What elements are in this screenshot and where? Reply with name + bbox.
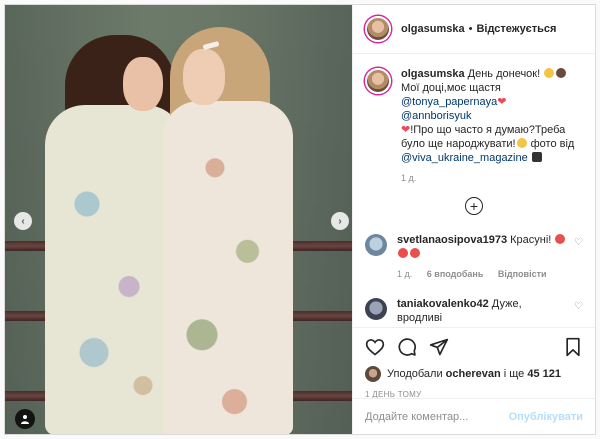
comment-body: Красуні! (510, 234, 552, 246)
heart-emoji-icon: ❤ (401, 124, 411, 136)
emoji-icon (555, 234, 566, 244)
emoji-icon (544, 68, 555, 78)
reply-button[interactable]: Відповісти (498, 269, 547, 279)
caption: olgasumska День донечок! Мої доці,моє ща… (365, 67, 583, 183)
comment-likes[interactable]: 6 вподобань (427, 269, 484, 279)
caption-meta: 1 д. (401, 173, 577, 183)
post-photo[interactable]: ‹ › (5, 5, 352, 434)
caption-username[interactable]: olgasumska (401, 68, 465, 80)
comment-time[interactable]: 1 д. (397, 269, 412, 279)
header-separator: • (468, 23, 473, 35)
emoji-icon (556, 68, 567, 78)
action-icons (365, 336, 583, 358)
comment-item: svetlanaosipova1973 Красуні! 1 д. 6 впод… (365, 233, 583, 279)
comment-username[interactable]: taniakovalenko42 (397, 298, 489, 310)
comment-composer: Опублікувати (353, 398, 595, 434)
caption-text: olgasumska День донечок! Мої доці,моє ща… (401, 67, 577, 165)
follow-status-button[interactable]: Відстежується (476, 23, 556, 35)
likes-summary: Уподобали ocherevan і ще 45 121 (365, 366, 583, 382)
avatar[interactable] (365, 366, 381, 382)
post-sidebar: olgasumska • Відстежується olgasumska Де… (352, 5, 595, 434)
chevron-right-icon[interactable]: › (331, 212, 349, 230)
emoji-icon (516, 138, 527, 148)
caption-time[interactable]: 1 д. (401, 173, 416, 183)
plus-circle-icon[interactable]: + (465, 197, 483, 215)
post-card: ‹ › olgasumska • Відстежується olgasumsk… (4, 4, 596, 435)
user-tag-icon[interactable] (15, 409, 35, 429)
comment-icon[interactable] (397, 337, 417, 357)
likes-user[interactable]: ocherevan (446, 368, 501, 380)
mention-link[interactable]: @viva_ukraine_magazine (401, 152, 528, 164)
comment-text: svetlanaosipova1973 Красуні! (397, 233, 569, 261)
heart-emoji-icon: ❤ (497, 96, 507, 108)
comment-meta: 1 д. 6 вподобань Відповісти (397, 269, 569, 279)
header-username[interactable]: olgasumska (401, 23, 465, 35)
avatar[interactable] (365, 234, 387, 256)
mention-link[interactable]: @annborisyuk (401, 110, 471, 122)
comments-section: olgasumska День донечок! Мої доці,моє ща… (353, 55, 595, 325)
caption-line: День донечок! (467, 68, 541, 80)
load-more-label: + (469, 198, 479, 214)
comment-text: taniakovalenko42 Дуже, вродливі (397, 297, 569, 325)
comment-username[interactable]: svetlanaosipova1973 (397, 234, 507, 246)
comment-input[interactable] (365, 410, 509, 423)
share-icon[interactable] (429, 337, 449, 357)
publish-button[interactable]: Опублікувати (509, 411, 583, 423)
avatar[interactable] (365, 16, 391, 42)
heart-icon[interactable] (365, 337, 385, 357)
caption-line: фото від (530, 138, 575, 150)
emoji-icon (398, 248, 408, 258)
chevron-left-icon[interactable]: ‹ (14, 212, 32, 230)
avatar[interactable] (365, 68, 391, 94)
comment-like-heart-icon[interactable]: ♡ (574, 237, 583, 248)
comment-like-heart-icon[interactable]: ♡ (574, 301, 583, 312)
comment-item: taniakovalenko42 Дуже, вродливі ♡ (365, 297, 583, 325)
avatar[interactable] (365, 298, 387, 320)
likes-suffix: і ще (503, 368, 525, 380)
likes-count[interactable]: 45 121 (527, 368, 561, 380)
likes-prefix: Уподобали (387, 368, 443, 380)
bookmark-icon[interactable] (563, 337, 583, 357)
emoji-icon (410, 248, 420, 258)
post-header: olgasumska • Відстежується (353, 5, 595, 54)
camera-emoji-icon (531, 152, 542, 162)
caption-line: Мої доці,моє щастя (401, 82, 501, 94)
mention-link[interactable]: @tonya_papernaya (401, 96, 497, 108)
